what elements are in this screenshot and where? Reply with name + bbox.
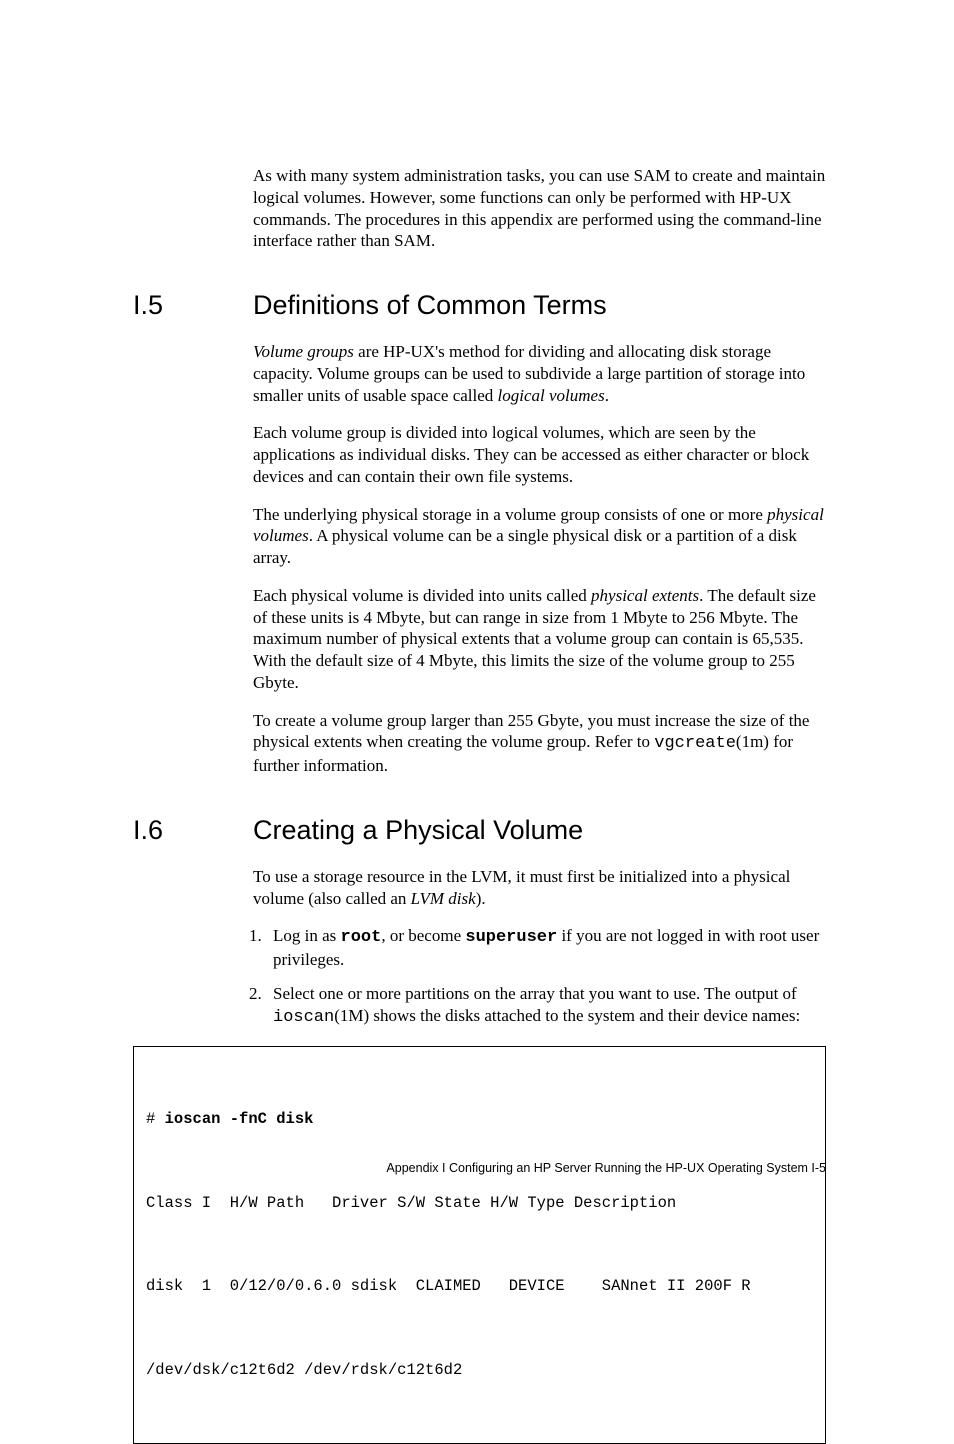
step-marker: 1. bbox=[249, 925, 262, 947]
s5-p4: Each physical volume is divided into uni… bbox=[253, 585, 826, 694]
terminal-output: # ioscan -fnC disk Class I H/W Path Driv… bbox=[133, 1046, 826, 1444]
code-line-3: disk 1 0/12/0/0.6.0 sdisk CLAIMED DEVICE… bbox=[146, 1275, 813, 1298]
text: Each physical volume is divided into uni… bbox=[253, 586, 591, 605]
intro-paragraph: As with many system administration tasks… bbox=[253, 165, 826, 252]
cmd-superuser: superuser bbox=[465, 928, 557, 947]
section5-body: Volume groups are HP-UX's method for div… bbox=[253, 341, 826, 777]
step-1: 1. Log in as root, or become superuser i… bbox=[253, 925, 826, 971]
intro-block: As with many system administration tasks… bbox=[253, 165, 826, 252]
step-2: 2. Select one or more partitions on the … bbox=[253, 983, 826, 1029]
s5-p1: Volume groups are HP-UX's method for div… bbox=[253, 341, 826, 406]
term-lvm-disk: LVM disk bbox=[411, 889, 476, 908]
s5-p5: To create a volume group larger than 255… bbox=[253, 710, 826, 777]
s5-p3: The underlying physical storage in a vol… bbox=[253, 504, 826, 569]
term-logical-volumes: logical volumes bbox=[498, 386, 605, 405]
command: ioscan -fnC disk bbox=[165, 1110, 314, 1128]
text: . bbox=[605, 386, 609, 405]
section-number: I.5 bbox=[133, 290, 253, 321]
text: Log in as bbox=[273, 926, 341, 945]
text: Select one or more partitions on the arr… bbox=[273, 984, 797, 1003]
code-line-2: Class I H/W Path Driver S/W State H/W Ty… bbox=[146, 1192, 813, 1215]
section-title: Creating a Physical Volume bbox=[253, 815, 583, 846]
cmd-ioscan: ioscan bbox=[273, 1008, 334, 1027]
step-marker: 2. bbox=[249, 983, 262, 1005]
section-title: Definitions of Common Terms bbox=[253, 290, 607, 321]
s6-p1: To use a storage resource in the LVM, it… bbox=[253, 866, 826, 910]
cmd-vgcreate: vgcreate bbox=[654, 734, 736, 753]
text: , or become bbox=[381, 926, 465, 945]
term-volume-groups: Volume groups bbox=[253, 342, 354, 361]
term-physical-extents: physical extents bbox=[591, 586, 699, 605]
section-heading-i6: I.6 Creating a Physical Volume bbox=[133, 815, 826, 846]
text: To use a storage resource in the LVM, it… bbox=[253, 867, 790, 908]
page-footer: Appendix I Configuring an HP Server Runn… bbox=[386, 1161, 826, 1175]
steps-list: 1. Log in as root, or become superuser i… bbox=[253, 925, 826, 1028]
code-line-4: /dev/dsk/c12t6d2 /dev/rdsk/c12t6d2 bbox=[146, 1359, 813, 1382]
text: (1M) shows the disks attached to the sys… bbox=[334, 1006, 800, 1025]
page-content: As with many system administration tasks… bbox=[0, 0, 954, 1444]
section6-body: To use a storage resource in the LVM, it… bbox=[253, 866, 826, 910]
section-heading-i5: I.5 Definitions of Common Terms bbox=[133, 290, 826, 321]
text: . A physical volume can be a single phys… bbox=[253, 526, 797, 567]
cmd-root: root bbox=[341, 928, 382, 947]
text: The underlying physical storage in a vol… bbox=[253, 505, 767, 524]
s5-p2: Each volume group is divided into logica… bbox=[253, 422, 826, 487]
prompt: # bbox=[146, 1110, 165, 1128]
code-line-1: # ioscan -fnC disk bbox=[146, 1108, 813, 1131]
text: ). bbox=[476, 889, 486, 908]
section-number: I.6 bbox=[133, 815, 253, 846]
